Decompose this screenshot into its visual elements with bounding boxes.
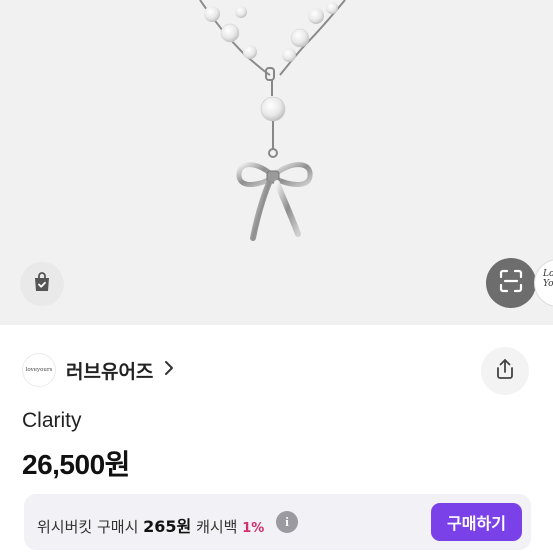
buy-button[interactable]: 구매하기 <box>431 503 522 541</box>
shopping-bag-check-icon <box>30 270 54 298</box>
brand-name[interactable]: 러브유어즈 <box>66 357 153 384</box>
brand-logo-peek-text: LoYou <box>543 269 553 289</box>
brand-logo-text: loveyours <box>25 367 53 373</box>
cashback-prefix: 위시버킷 구매시 <box>37 518 139 536</box>
info-icon[interactable]: i <box>276 511 298 533</box>
image-search-icon <box>498 268 524 298</box>
cashback-amount: 265원 <box>143 517 192 536</box>
brand-row[interactable]: loveyours 러브유어즈 <box>22 352 175 388</box>
share-button[interactable] <box>481 347 529 395</box>
product-image-area: LoYou <box>0 0 553 325</box>
shopping-bag-button[interactable] <box>20 262 64 306</box>
product-price: 26,500원 <box>22 449 130 480</box>
cashback-percent: 1% <box>242 521 265 536</box>
chevron-right-icon <box>163 360 175 381</box>
image-search-button[interactable] <box>486 258 536 308</box>
product-image <box>199 0 346 241</box>
cashback-text: 위시버킷 구매시 265원 캐시백 1% <box>37 513 264 537</box>
cashback-label: 캐시백 <box>196 518 238 536</box>
share-icon <box>493 357 517 385</box>
cashback-bar: 위시버킷 구매시 265원 캐시백 1% i 구매하기 <box>24 494 531 550</box>
product-name: Clarity <box>22 409 82 432</box>
brand-logo: loveyours <box>22 353 56 387</box>
